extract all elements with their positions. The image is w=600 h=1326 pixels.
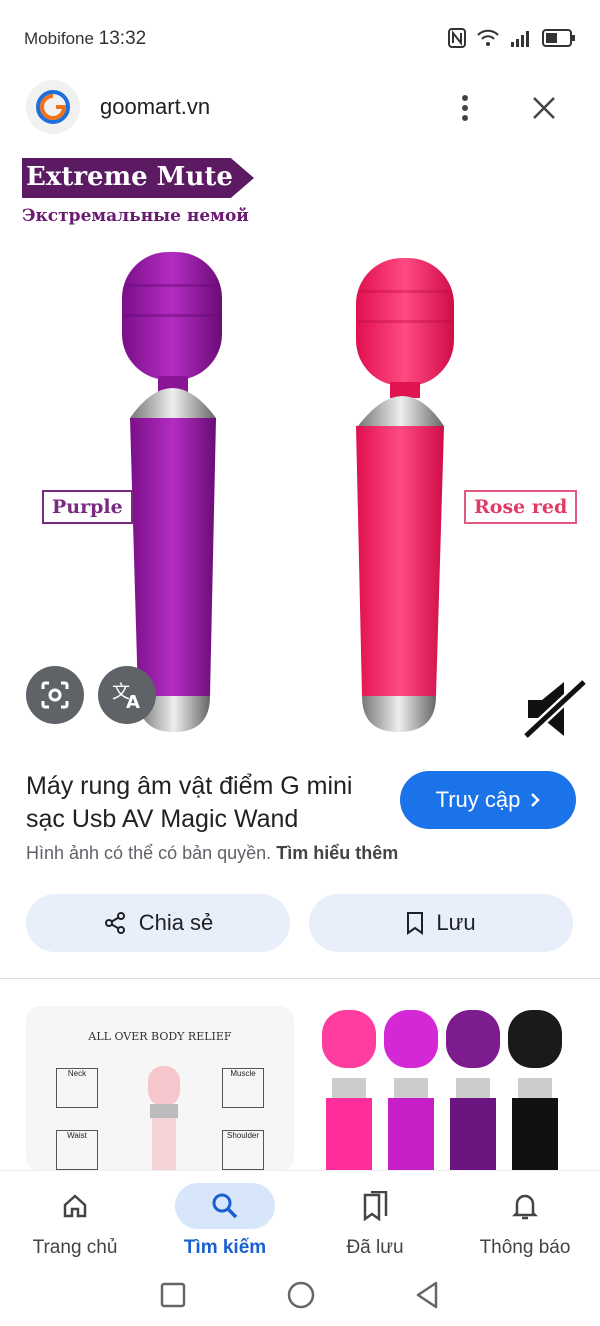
share-icon [104, 912, 125, 934]
signal-icon [511, 31, 529, 47]
body-diagram-neck: Neck [56, 1068, 98, 1108]
battery-icon [542, 29, 575, 47]
carrier-name: Mobifone [24, 29, 94, 48]
translate-button[interactable]: 文A [98, 666, 156, 724]
system-navigation [0, 1270, 600, 1326]
copyright-text: Hình ảnh có thể có bản quyền. [26, 843, 272, 863]
copyright-notice: Hình ảnh có thể có bản quyền. Tìm hiểu t… [26, 843, 398, 864]
site-name: goomart.vn [100, 94, 211, 119]
related-image-card[interactable]: ALL OVER BODY RELIEF Neck Muscle Waist S… [26, 1006, 294, 1171]
bottom-navigation: Trang chủ Tìm kiếm Đã lưu Thông báo [0, 1170, 600, 1271]
save-label: Lưu [436, 910, 476, 935]
status-time: 13:32 [98, 28, 147, 49]
chevron-right-icon [531, 793, 541, 807]
nav-label: Tìm kiếm [183, 1237, 267, 1258]
bell-icon [475, 1183, 575, 1229]
banner-title: Extreme Mute [26, 162, 233, 192]
visit-label: Truy cập [435, 787, 521, 812]
pink-wand-illustration [148, 1066, 180, 1171]
status-bar: Mobifone 13:32 [0, 0, 600, 76]
nav-notifications[interactable]: Thông báo [450, 1171, 600, 1271]
diagram-label: Muscle [230, 1069, 256, 1078]
diagram-label: Waist [67, 1131, 87, 1140]
status-icons [448, 28, 576, 48]
home-icon [25, 1183, 125, 1229]
lens-icon [41, 681, 69, 709]
nav-label: Trang chủ [32, 1237, 118, 1258]
more-vert-icon[interactable] [450, 88, 480, 128]
body-diagram-muscle: Muscle [222, 1068, 264, 1108]
recent-apps-icon[interactable] [160, 1282, 186, 1308]
wand-colors-illustration [322, 1010, 562, 1171]
svg-text:A: A [126, 692, 140, 710]
status-carrier: Mobifone 13:32 [24, 28, 146, 50]
learn-more-link[interactable]: Tìm hiểu thêm [276, 843, 398, 863]
body-diagram-waist: Waist [56, 1130, 98, 1170]
wifi-icon [477, 29, 499, 46]
related-image-card[interactable] [308, 1006, 576, 1171]
result-title[interactable]: Máy rung âm vật điểm G mini sạc Usb AV M… [26, 770, 386, 836]
mute-icon [522, 678, 588, 740]
nav-label: Đã lưu [346, 1237, 404, 1258]
search-icon [175, 1183, 275, 1229]
nav-search[interactable]: Tìm kiếm [150, 1171, 300, 1271]
share-label: Chia sẻ [138, 910, 214, 935]
saved-icon [325, 1183, 425, 1229]
diagram-label: Neck [67, 1069, 87, 1078]
body-diagram-shoulder: Shoulder [222, 1130, 264, 1170]
nav-label: Thông báo [479, 1237, 571, 1258]
close-icon[interactable] [524, 88, 564, 128]
nfc-icon [448, 28, 466, 48]
purple-label: Purple [42, 490, 133, 524]
home-circle-icon[interactable] [286, 1280, 316, 1310]
rose-red-label: Rose red [464, 490, 578, 524]
site-logo-icon[interactable] [26, 80, 80, 134]
divider [0, 978, 600, 979]
back-icon[interactable] [414, 1280, 440, 1310]
banner-subtitle: Экстремальные немой [22, 206, 249, 226]
translate-icon: 文A [112, 682, 140, 710]
bookmark-icon [407, 912, 424, 935]
save-button[interactable]: Lưu [309, 894, 573, 952]
nav-saved[interactable]: Đã lưu [300, 1171, 450, 1271]
diagram-label: Shoulder [226, 1131, 260, 1140]
lens-search-button[interactable] [26, 666, 84, 724]
share-button[interactable]: Chia sẻ [26, 894, 290, 952]
visit-button[interactable]: Truy cập [400, 771, 576, 829]
rose-wand-illustration [356, 258, 454, 732]
product-image[interactable]: Extreme Mute Экстремальные немой Purple … [0, 148, 600, 748]
nav-home[interactable]: Trang chủ [0, 1171, 150, 1271]
related-card-caption: ALL OVER BODY RELIEF [88, 1030, 232, 1043]
